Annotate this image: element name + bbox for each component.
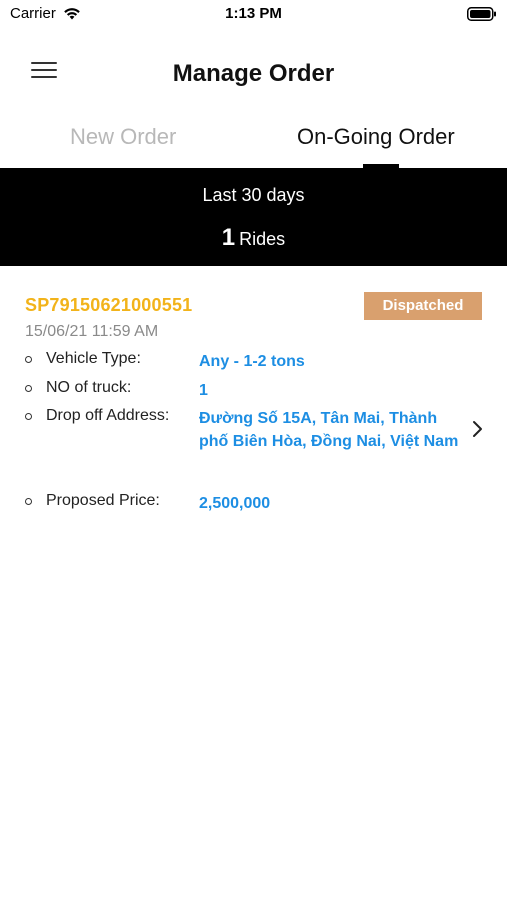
detail-value: 2,500,000 xyxy=(199,495,271,512)
order-id: SP79150621000551 xyxy=(25,295,193,315)
order-date: 15/06/21 11:59 AM xyxy=(25,323,159,340)
detail-label: Vehicle Type: xyxy=(46,350,141,367)
bullet-icon xyxy=(25,413,32,420)
status-bar: Carrier 1:13 PM xyxy=(0,0,507,30)
tab-ongoing-order[interactable]: On-Going Order xyxy=(297,124,455,150)
rides-count-label: Rides xyxy=(239,229,286,249)
detail-label: Drop off Address: xyxy=(46,407,170,424)
order-tabs: New Order On-Going Order xyxy=(0,108,507,168)
detail-value: Any - 1-2 tons xyxy=(199,353,305,370)
order-card[interactable]: SP79150621000551 Dispatched 15/06/21 11:… xyxy=(0,284,507,524)
rides-summary: Last 30 days 1 Rides xyxy=(0,168,507,266)
detail-label: NO of truck: xyxy=(46,379,132,396)
summary-period: Last 30 days xyxy=(202,185,305,205)
detail-value: Đường Số 15A, Tân Mai, Thành phố Biên Hò… xyxy=(199,410,459,450)
rides-count: 1 Rides xyxy=(0,224,507,252)
bullet-icon xyxy=(25,498,32,505)
rides-count-number: 1 xyxy=(221,224,236,251)
app-screen: Carrier 1:13 PM Manage Order New Order O… xyxy=(0,0,507,900)
clock: 1:13 PM xyxy=(225,5,282,22)
page-title: Manage Order xyxy=(172,60,335,87)
tab-new-order[interactable]: New Order xyxy=(70,124,176,150)
detail-value: 1 xyxy=(199,382,208,399)
chevron-right-icon[interactable] xyxy=(470,419,484,439)
detail-label: Proposed Price: xyxy=(46,492,160,509)
status-badge: Dispatched xyxy=(364,292,482,320)
bullet-icon xyxy=(25,385,32,392)
battery-icon xyxy=(467,7,496,21)
bullet-icon xyxy=(25,356,32,363)
